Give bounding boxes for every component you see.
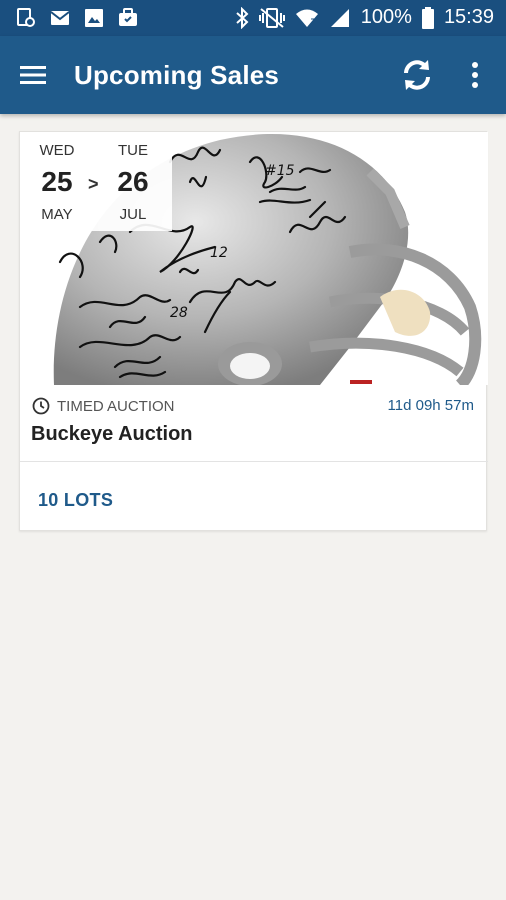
- status-bar: 100% 15:39: [0, 0, 506, 36]
- battery-icon: [421, 6, 434, 29]
- svg-text:12: 12: [210, 245, 228, 261]
- page-title: Upcoming Sales: [74, 60, 280, 90]
- svg-text:#15: #15: [265, 163, 295, 179]
- end-month: JUL: [119, 206, 147, 223]
- app-bar: Upcoming Sales: [0, 36, 506, 114]
- date-range-badge: WED 25 MAY > TUE 26 JUL: [20, 132, 172, 231]
- svg-text:28: 28: [170, 305, 188, 321]
- signal-icon: [330, 8, 349, 27]
- sale-name: Buckeye Auction: [31, 423, 193, 445]
- more-vert-icon[interactable]: [466, 60, 484, 90]
- sale-info: TIMED AUCTION 11d 09h 57m Buckeye Auctio…: [20, 385, 488, 461]
- date-separator: >: [88, 174, 99, 194]
- menu-icon[interactable]: [18, 63, 48, 87]
- sale-card[interactable]: 12 #15 28 WED 25 MAY > TUE 26 JUL TIMED …: [19, 131, 488, 531]
- battery-percent: 100%: [360, 6, 412, 28]
- start-weekday: WED: [39, 142, 75, 159]
- end-day: 26: [117, 166, 149, 197]
- start-month: MAY: [41, 206, 73, 223]
- image-icon: [85, 9, 103, 27]
- countdown-timer: 11d 09h 57m: [387, 397, 474, 414]
- clock-icon: [32, 397, 50, 415]
- briefcase-icon: [119, 8, 137, 26]
- start-day: 25: [41, 166, 73, 197]
- clock: 15:39: [443, 6, 494, 28]
- sale-type-label: TIMED AUCTION: [57, 397, 175, 415]
- vibrate-mute-icon: [258, 7, 285, 28]
- end-weekday: TUE: [118, 142, 148, 159]
- refresh-icon[interactable]: [398, 56, 436, 94]
- sale-type: TIMED AUCTION: [32, 397, 175, 415]
- sale-image[interactable]: 12 #15 28 WED 25 MAY > TUE 26 JUL: [20, 132, 488, 385]
- notification-icons: [16, 8, 138, 28]
- bluetooth-icon: [236, 6, 249, 29]
- wifi-icon: [295, 9, 318, 27]
- file-sync-icon: [17, 8, 35, 27]
- system-icons: 100% 15:39: [235, 6, 494, 29]
- mail-icon: [50, 11, 70, 25]
- card-divider: [20, 461, 488, 462]
- lots-button[interactable]: 10 LOTS: [38, 490, 113, 511]
